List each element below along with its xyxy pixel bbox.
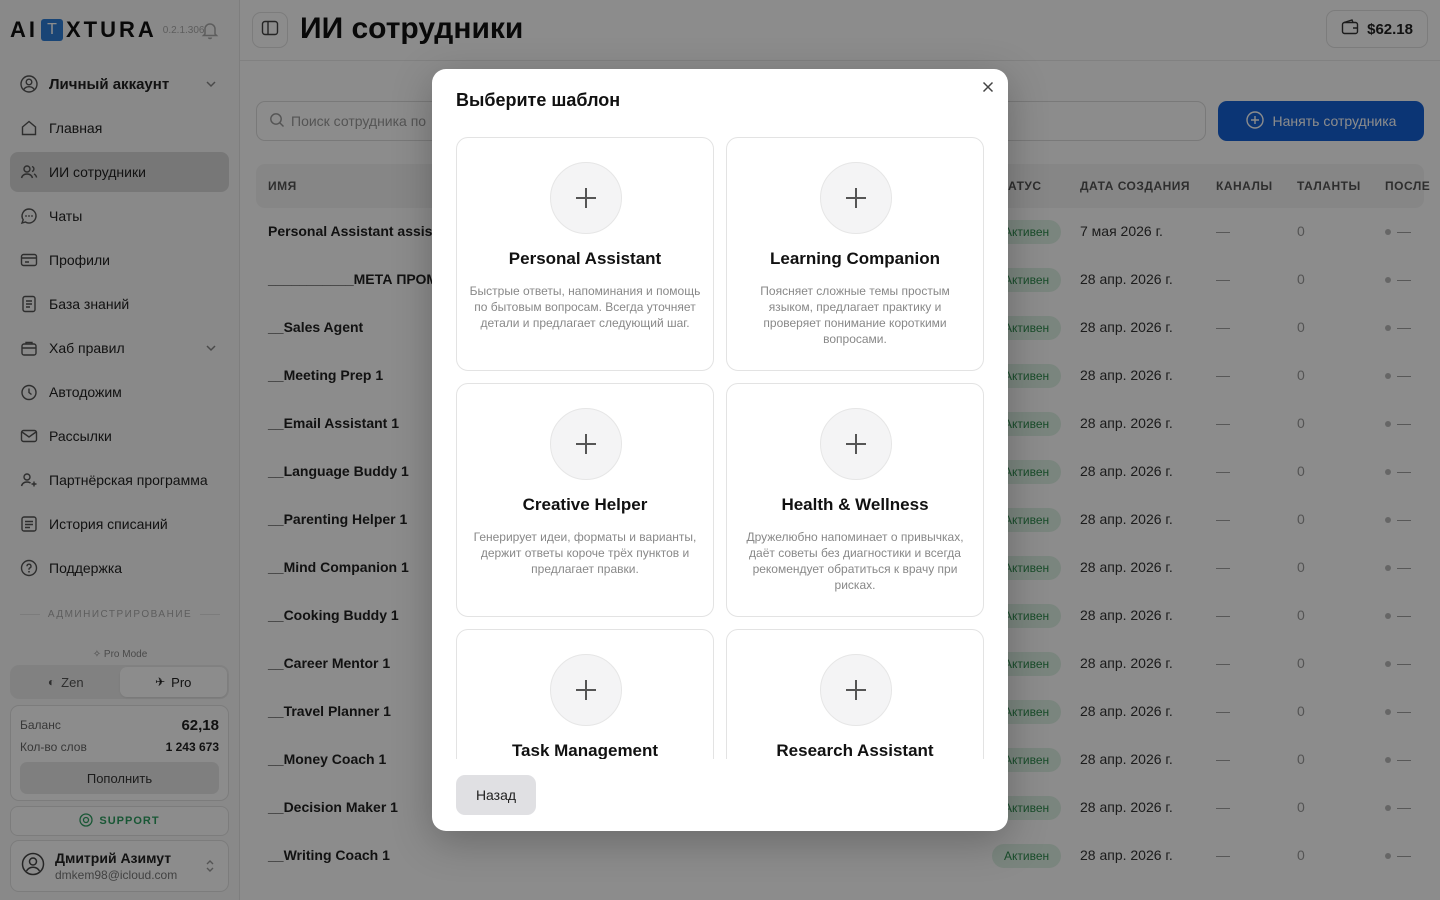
plus-icon <box>820 408 892 480</box>
template-description: Быстрые ответы, напоминания и помощь по … <box>469 284 701 330</box>
back-button[interactable]: Назад <box>456 775 536 815</box>
plus-icon <box>550 162 622 234</box>
template-description: Дружелюбно напоминает о привычках, даёт … <box>746 530 964 592</box>
template-card[interactable]: Task Management <box>456 629 714 759</box>
template-card[interactable]: Research Assistant <box>726 629 984 759</box>
close-icon <box>982 80 994 98</box>
template-name: Personal Assistant <box>508 249 662 268</box>
template-picker-modal: Выберите шаблон Personal Assistant Быстры… <box>432 69 1008 831</box>
template-card[interactable]: Personal Assistant Быстрые ответы, напоми… <box>456 137 714 371</box>
plus-icon <box>550 408 622 480</box>
template-name: Research Assistant <box>776 741 934 759</box>
template-description: Генерирует идеи, форматы и варианты, дер… <box>473 530 697 576</box>
template-card[interactable]: Learning Companion Поясняет сложные темы … <box>726 137 984 371</box>
template-name: Health & Wellness <box>781 495 929 514</box>
close-button[interactable] <box>980 81 996 97</box>
template-description: Поясняет сложные темы простым языком, пр… <box>760 284 950 346</box>
template-card[interactable]: Health & Wellness Дружелюбно напоминает о… <box>726 383 984 617</box>
modal-title: Выберите шаблон <box>456 90 621 110</box>
template-list[interactable]: Personal Assistant Быстрые ответы, напоми… <box>456 137 984 759</box>
plus-icon <box>820 162 892 234</box>
template-name: Creative Helper <box>522 495 648 514</box>
template-name: Task Management <box>511 741 659 759</box>
template-grid: Personal Assistant Быстрые ответы, напоми… <box>456 137 984 759</box>
template-card[interactable]: Creative Helper Генерирует идеи, форматы … <box>456 383 714 617</box>
template-name: Learning Companion <box>770 249 940 268</box>
plus-icon <box>550 654 622 726</box>
plus-icon <box>820 654 892 726</box>
